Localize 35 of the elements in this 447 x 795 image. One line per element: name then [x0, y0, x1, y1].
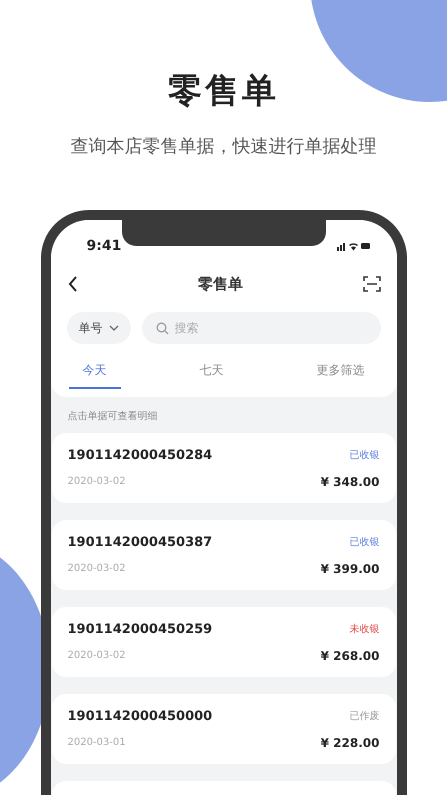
status-time: 9:41 [86, 238, 122, 254]
order-number: 1901142000450000 [68, 708, 212, 724]
order-date: 2020-03-02 [68, 563, 126, 574]
status-icons [336, 241, 370, 251]
headline: 零售单 [168, 70, 279, 113]
filter-dropdown[interactable]: 单号 [66, 312, 130, 344]
scan-icon[interactable] [362, 275, 380, 293]
order-amount: ¥ 228.00 [320, 736, 380, 750]
hint-text: 点击单据可查看明细 [66, 410, 158, 424]
order-number: 1901142000450387 [68, 534, 212, 550]
tab[interactable]: 今天 [68, 358, 120, 389]
order-date: 2020-03-01 [68, 737, 126, 748]
order-number: 1901142000450284 [68, 448, 212, 462]
subtitle: 查询本店零售单据，快速进行单据处理 [70, 135, 376, 158]
search-field[interactable]: 搜索 [142, 312, 380, 344]
caret-icon [108, 325, 118, 331]
order-status: 未收银 [350, 622, 380, 636]
search-icon [156, 322, 168, 335]
tab[interactable]: 更多筛选 [302, 358, 378, 389]
order-amount: ¥ 399.00 [320, 562, 380, 576]
order-amount: ¥ 268.00 [320, 648, 380, 662]
order-status: 已作废 [350, 710, 380, 723]
order-status: 已收银 [350, 536, 380, 549]
order-card[interactable]: 1901142000450000 已作废 2020-03-01 ¥ 228.00 [52, 694, 396, 764]
order-date: 2020-03-02 [68, 476, 126, 487]
nav-title: 零售单 [198, 274, 243, 294]
order-number: 1901142000450259 [68, 622, 212, 636]
back-icon[interactable] [66, 275, 78, 293]
tab[interactable]: 七天 [186, 358, 238, 389]
order-card[interactable]: 1901142000450284 已收银 2020-03-02 ¥ 348.00 [52, 433, 396, 503]
order-card[interactable]: 1901142000450259 未收银 2020-03-02 ¥ 268.00 [52, 607, 396, 677]
order-date: 2020-03-02 [68, 650, 126, 661]
order-card[interactable]: 1901142000450387 已收银 2020-03-02 ¥ 399.00 [52, 520, 396, 590]
order-status: 已收银 [350, 449, 380, 462]
order-amount: ¥ 348.00 [320, 474, 380, 488]
